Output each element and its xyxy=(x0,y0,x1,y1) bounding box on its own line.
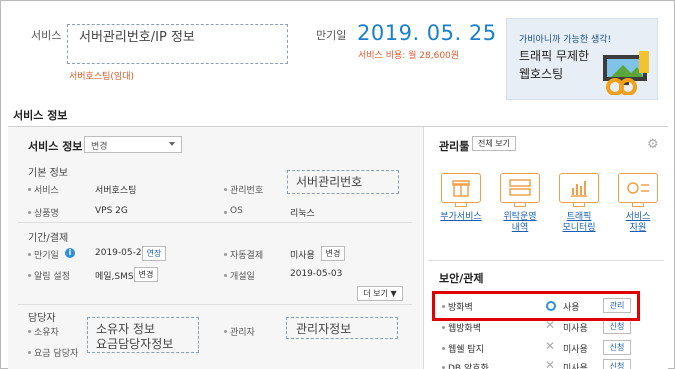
bullet-icon xyxy=(28,188,31,191)
divider xyxy=(428,260,664,261)
bullet-icon xyxy=(224,330,227,333)
gift-icon[interactable] xyxy=(441,173,481,203)
bullet-icon xyxy=(28,274,31,277)
service-select[interactable]: 변경 xyxy=(84,136,182,153)
basic-service-value: 서버호스팅 xyxy=(95,186,137,196)
bullet-icon xyxy=(28,330,31,333)
tools-title: 관리툴 xyxy=(439,140,470,153)
period-expiry-label: 만기일 xyxy=(34,251,59,261)
disabled-icon: ✕ xyxy=(545,358,556,369)
gift-icon-glyph xyxy=(452,180,470,197)
bullet-icon xyxy=(442,326,445,329)
disabled-icon: ✕ xyxy=(545,339,556,353)
resource-icon[interactable] xyxy=(618,173,658,203)
mgmt-placeholder: 서버관리번호 xyxy=(296,175,363,189)
alert-value: 메일,SMS xyxy=(95,272,134,282)
service-cost: 서비스 비용: 월 28,600원 xyxy=(358,51,460,61)
contact-heading: 담당자 xyxy=(28,313,56,324)
chart-icon-glyph xyxy=(571,181,587,197)
bullet-icon xyxy=(442,347,445,350)
service-select-value: 변경 xyxy=(91,142,108,152)
tool-label-outsourcing[interactable]: 위탁운영 내역 xyxy=(496,212,544,234)
autopay-change-button[interactable]: 변경 xyxy=(321,246,345,261)
autopay-value: 미사용 xyxy=(290,251,315,261)
panel-title: 서비스 정보 xyxy=(28,140,83,153)
server-icon[interactable] xyxy=(500,173,540,203)
stand-icon xyxy=(455,203,467,207)
stand-icon xyxy=(573,203,585,207)
expiry-date: 2019. 05. 25 xyxy=(357,21,497,45)
security-row-db-status: 미사용 xyxy=(563,364,588,369)
alert-change-button[interactable]: 변경 xyxy=(134,267,158,282)
ad-line-3: 웹호스팅 xyxy=(519,67,564,81)
product-label: 상품명 xyxy=(34,209,59,219)
period-expiry-value: 2019-05-25 xyxy=(95,248,148,258)
view-all-button[interactable]: 전체 보기 xyxy=(472,136,516,151)
product-value: VPS 2G xyxy=(95,206,128,216)
tool-label-traffic[interactable]: 트래픽 모니터링 xyxy=(555,212,603,234)
ad-banner[interactable]: 가비아니까 가능한 생각! 트래픽 무제한 웹호스팅 xyxy=(506,18,658,100)
chevron-down-icon xyxy=(169,142,175,146)
service-label: 서비스 xyxy=(31,29,62,42)
owner-label: 소유자 xyxy=(34,328,59,338)
waf-apply-button[interactable]: 신청 xyxy=(603,319,631,334)
db-apply-button[interactable]: 신청 xyxy=(603,359,631,369)
os-label: OS xyxy=(230,206,243,216)
open-date-value: 2019-05-03 xyxy=(290,269,343,279)
ad-illustration-icon xyxy=(603,51,649,95)
ad-line-2: 트래픽 무제한 xyxy=(519,49,590,63)
security-row-waf-status: 미사용 xyxy=(563,324,588,334)
expiry-label: 만기일 xyxy=(316,29,347,42)
billing-label: 요금 담당자 xyxy=(34,349,79,359)
chart-icon[interactable] xyxy=(559,173,599,203)
billing-placeholder: 요금담당자정보 xyxy=(96,337,174,351)
bullet-icon xyxy=(224,211,227,214)
ad-line-1: 가비아니까 가능한 생각! xyxy=(519,35,612,45)
server-icon-glyph xyxy=(509,179,531,196)
open-date-label: 개설일 xyxy=(230,272,255,282)
security-row-db-label: DB 암호화 xyxy=(448,364,489,369)
bullet-icon xyxy=(224,188,227,191)
bullet-icon xyxy=(224,253,227,256)
bullet-icon xyxy=(28,351,31,354)
admin-placeholder: 관리자정보 xyxy=(296,322,352,336)
service-placeholder: 서버관리번호/IP 정보 xyxy=(79,30,195,45)
autopay-label: 자동결제 xyxy=(230,251,264,261)
period-heading: 기간/결제 xyxy=(28,233,69,244)
security-title: 보안/관제 xyxy=(439,272,484,285)
security-row-webshell-status: 미사용 xyxy=(563,345,588,355)
security-row-waf-label: 웹방화벽 xyxy=(448,324,482,334)
tool-label-resource[interactable]: 서비스 자원 xyxy=(614,212,662,234)
security-row-webshell-label: 웹쉘 탐지 xyxy=(448,345,484,355)
basic-service-label: 서비스 xyxy=(34,186,59,196)
section-title: 서비스 정보 xyxy=(13,109,68,122)
divider xyxy=(18,222,412,223)
gear-icon[interactable]: ⚙ xyxy=(647,137,659,152)
basic-info-heading: 기본 정보 xyxy=(28,168,68,179)
info-icon[interactable]: i xyxy=(65,248,75,258)
admin-label: 관리자 xyxy=(230,328,255,338)
stand-icon xyxy=(514,203,526,207)
bullet-icon xyxy=(28,211,31,214)
extend-button[interactable]: 연장 xyxy=(142,246,166,261)
bullet-icon xyxy=(224,274,227,277)
stand-icon xyxy=(632,203,644,207)
webshell-apply-button[interactable]: 신청 xyxy=(603,340,631,355)
more-button[interactable]: 더 보기 ▼ xyxy=(357,286,403,301)
alert-label: 알림 설정 xyxy=(34,272,70,282)
tool-label-addon[interactable]: 부가서비스 xyxy=(437,212,485,223)
mgmt-label: 관리번호 xyxy=(230,186,264,196)
divider xyxy=(18,304,412,305)
firewall-highlight xyxy=(432,291,640,321)
resource-icon-glyph xyxy=(627,182,649,194)
bullet-icon xyxy=(28,253,31,256)
service-type: 서버호스팅(임대) xyxy=(69,72,134,82)
os-value: 리눅스 xyxy=(290,209,315,219)
